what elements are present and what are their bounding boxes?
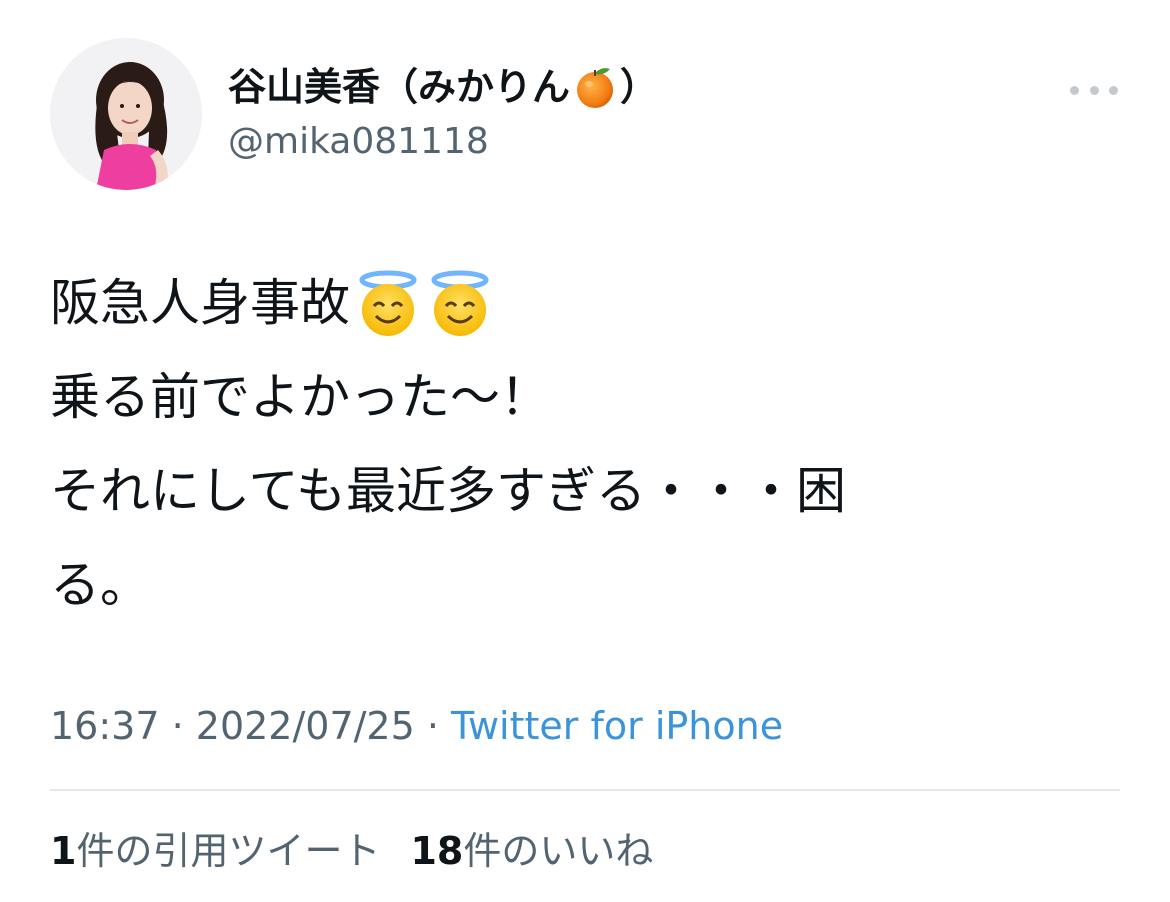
user-handle[interactable]: @mika081118 <box>228 118 489 166</box>
tweet-text: 阪急人身事故 乗る前でよかった〜！ それにしても最近多すぎる・・・困 る。 <box>50 256 1130 632</box>
more-dot-icon <box>1070 85 1079 95</box>
meta-separator: · <box>159 704 196 748</box>
tweet-stats: 1件の引用ツイート 18件のいいね <box>50 826 683 876</box>
quote-label: 件の引用ツイート <box>76 829 381 873</box>
more-options-button[interactable] <box>1070 78 1118 102</box>
smiling-face-with-halo-icon <box>354 268 422 338</box>
tweet-meta: 16:37 · 2022/07/25 · Twitter for iPhone <box>50 700 783 752</box>
display-name[interactable]: 谷山美香（みかりん ） <box>228 62 658 112</box>
display-name-prefix: 谷山美香（みかりん <box>228 65 571 109</box>
tangerine-icon <box>574 64 616 110</box>
tweet-time[interactable]: 16:37 <box>50 704 160 748</box>
like-label: 件のいいね <box>463 829 654 873</box>
more-dot-icon <box>1089 85 1099 95</box>
tweet-line-4: る。 <box>50 556 150 614</box>
profile-photo <box>50 38 202 190</box>
display-name-suffix: ） <box>620 65 659 109</box>
like-count: 18 <box>410 829 464 873</box>
tweet-line-2: 乗る前でよかった〜！ <box>50 368 550 426</box>
meta-separator: · <box>414 704 452 748</box>
tweet-line-1: 阪急人身事故 <box>50 256 1130 350</box>
tweet-line-3: それにしても最近多すぎる・・・困 <box>50 462 846 520</box>
avatar[interactable] <box>50 38 202 190</box>
tweet-line-1-text: 阪急人身事故 <box>50 274 350 332</box>
quote-tweets-stat[interactable]: 1件の引用ツイート <box>50 826 380 876</box>
quote-count: 1 <box>50 829 77 873</box>
tweet-date[interactable]: 2022/07/25 <box>196 704 415 748</box>
divider <box>50 789 1120 791</box>
tweet-source-link[interactable]: Twitter for iPhone <box>451 704 783 748</box>
smiling-face-with-halo-icon <box>426 268 494 338</box>
more-dot-icon <box>1109 85 1118 95</box>
likes-stat[interactable]: 18件のいいね <box>410 826 653 876</box>
tweet-card: 谷山美香（みかりん ） @mika081118 阪急人身事故 乗る前でよかった〜… <box>0 0 1170 902</box>
